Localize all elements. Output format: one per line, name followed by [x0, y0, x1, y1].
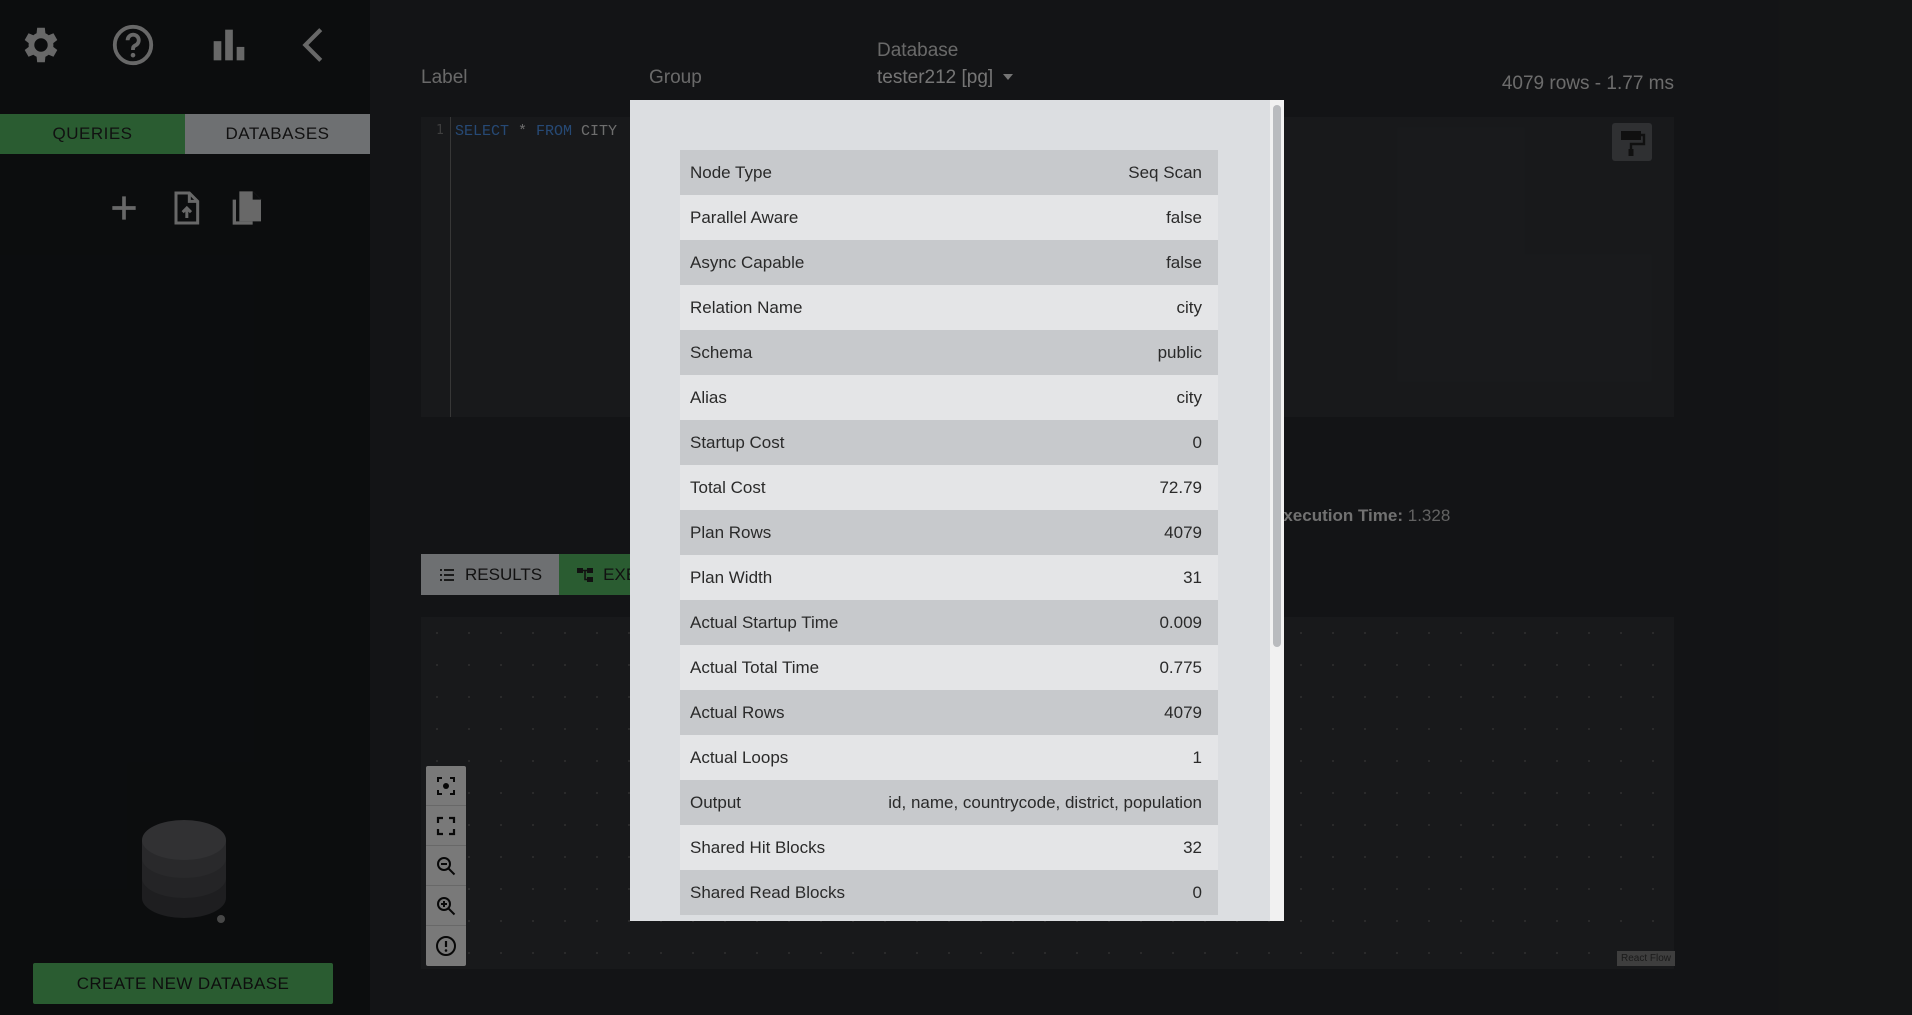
property-key: Actual Startup Time: [690, 612, 839, 632]
table-row: Shared Read Blocks 0: [680, 870, 1218, 915]
property-key: Alias: [690, 387, 727, 407]
table-row: Plan Rows 4079: [680, 510, 1218, 555]
property-value: false: [1166, 252, 1202, 272]
property-key: Total Cost: [690, 477, 766, 497]
table-row: Actual Rows 4079: [680, 690, 1218, 735]
table-row: Relation Name city: [680, 285, 1218, 330]
property-value: 31: [1183, 567, 1202, 587]
property-value: 0.775: [1159, 657, 1202, 677]
property-key: Actual Total Time: [690, 657, 820, 677]
scrollbar-thumb[interactable]: [1273, 105, 1281, 647]
property-key: Shared Read Blocks: [690, 882, 845, 902]
property-value: 0: [1192, 882, 1202, 902]
property-value: id, name, countrycode, district, populat…: [888, 792, 1202, 812]
property-value: city: [1176, 297, 1203, 317]
table-row: Shared Hit Blocks 32: [680, 825, 1218, 870]
table-row: Actual Loops 1: [680, 735, 1218, 780]
modal-scrollbar[interactable]: [1270, 100, 1284, 921]
property-value: Seq Scan: [1128, 162, 1202, 182]
property-key: Relation Name: [690, 297, 803, 317]
table-row: Actual Startup Time 0.009: [680, 600, 1218, 645]
table-row: Schema public: [680, 330, 1218, 375]
property-key: Actual Rows: [690, 702, 785, 722]
table-row: Actual Total Time 0.775: [680, 645, 1218, 690]
property-key: Plan Width: [690, 567, 773, 587]
table-row: Total Cost 72.79: [680, 465, 1218, 510]
property-value: 1: [1192, 747, 1202, 767]
property-value: 0.009: [1159, 612, 1202, 632]
property-key: Node Type: [690, 162, 772, 182]
table-row: Startup Cost 0: [680, 420, 1218, 465]
property-value: false: [1166, 207, 1202, 227]
property-key: Shared Hit Blocks: [690, 837, 826, 857]
property-key: Async Capable: [690, 252, 805, 272]
property-value: city: [1176, 387, 1203, 407]
property-key: Parallel Aware: [690, 207, 799, 227]
property-value: 72.79: [1159, 477, 1202, 497]
table-row: Async Capable false: [680, 240, 1218, 285]
property-key: Actual Loops: [690, 747, 789, 767]
table-row: Plan Width 31: [680, 555, 1218, 600]
node-details-modal: Node Type Seq Scan Parallel Aware false Asyn…: [630, 100, 1284, 921]
table-row: Output id, name, countrycode, district, p…: [680, 780, 1218, 825]
table-row: Parallel Aware false: [680, 195, 1218, 240]
property-key: Startup Cost: [690, 432, 785, 452]
node-properties-table: Node Type Seq Scan Parallel Aware false Asyn…: [680, 150, 1218, 915]
property-value: 32: [1183, 837, 1202, 857]
property-value: 4079: [1164, 702, 1202, 722]
table-row: Alias city: [680, 375, 1218, 420]
property-value: 0: [1192, 432, 1202, 452]
property-key: Output: [690, 792, 742, 812]
property-value: 4079: [1164, 522, 1202, 542]
property-value: public: [1157, 342, 1202, 362]
property-key: Schema: [690, 342, 753, 362]
table-row: Node Type Seq Scan: [680, 150, 1218, 195]
property-key: Plan Rows: [690, 522, 772, 542]
